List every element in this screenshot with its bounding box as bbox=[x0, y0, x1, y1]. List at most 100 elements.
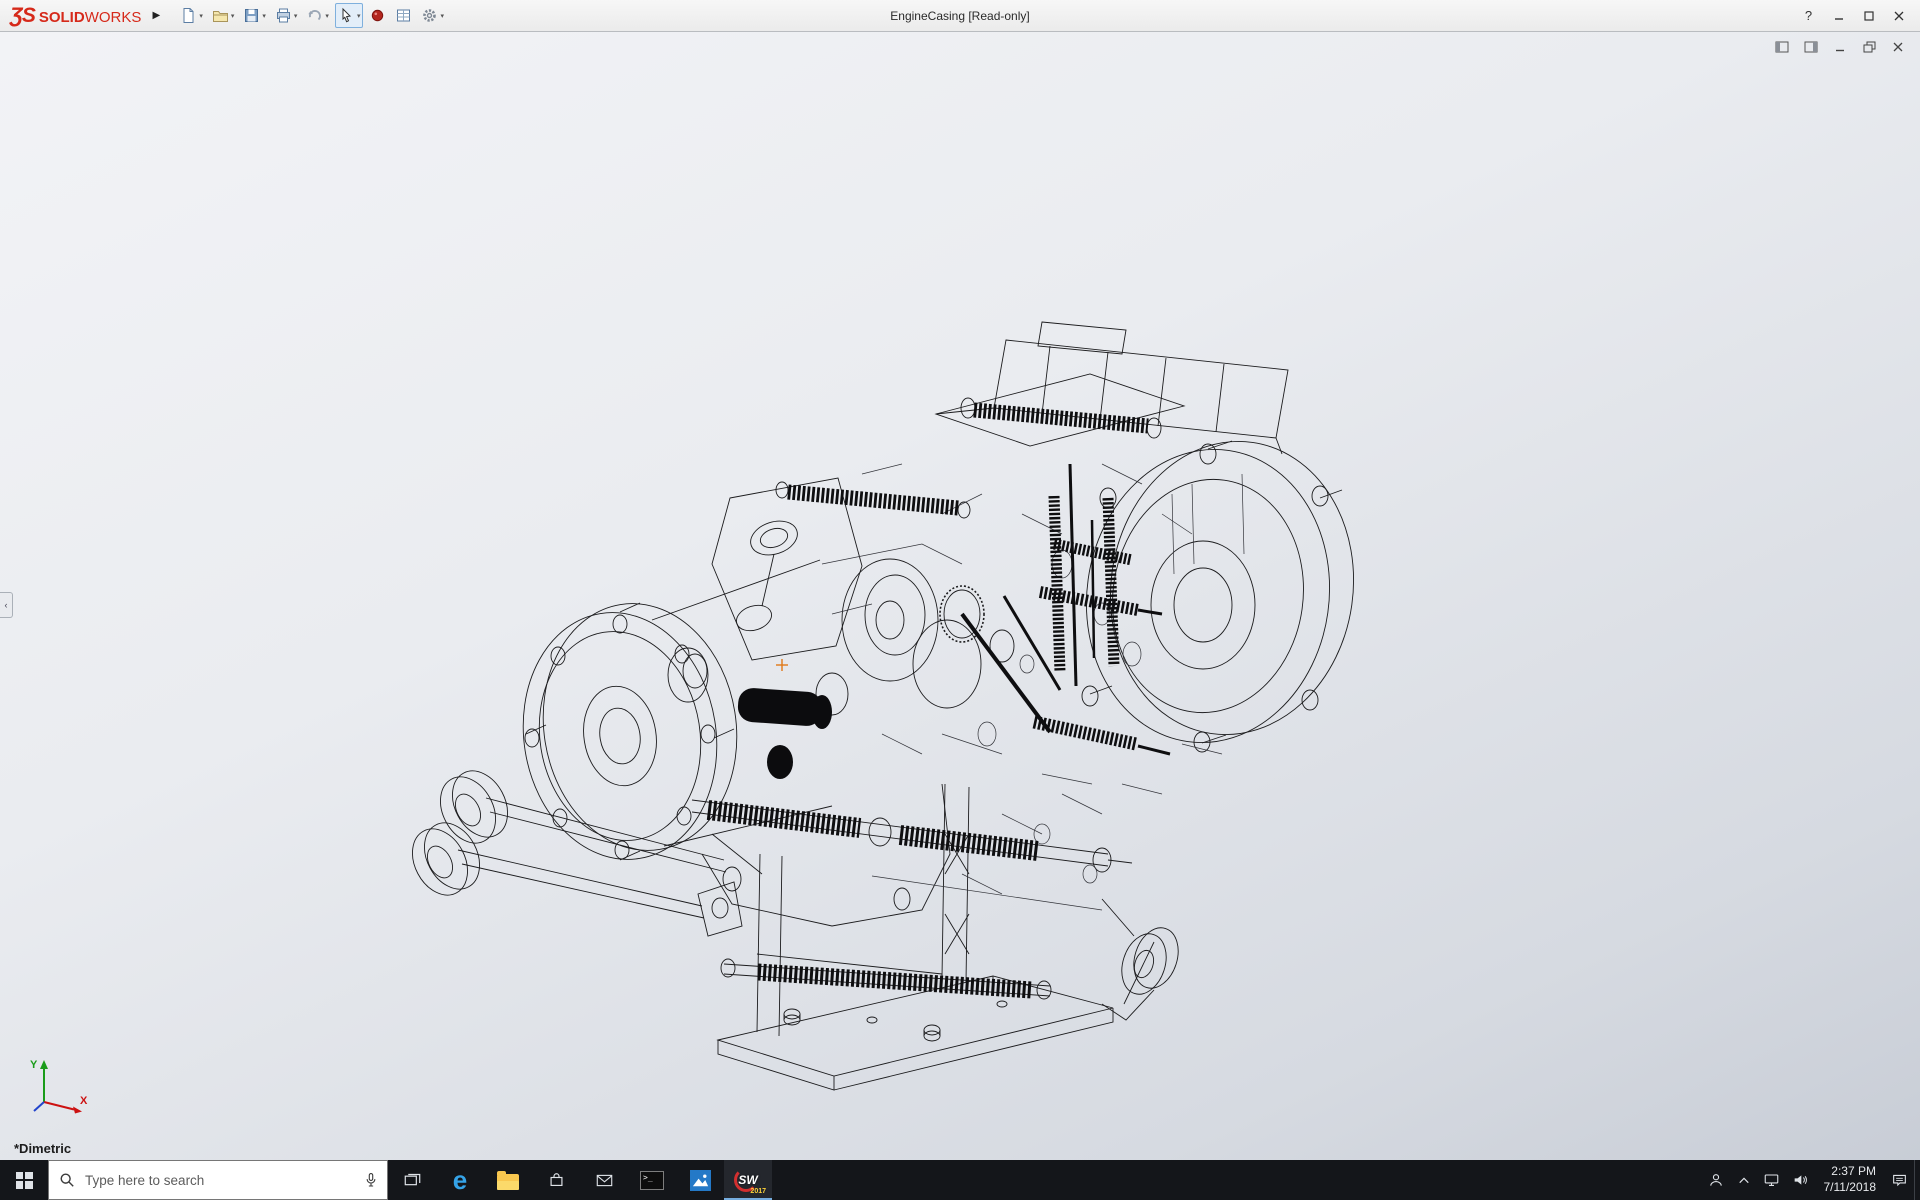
taskbar-app-photos[interactable] bbox=[676, 1160, 724, 1200]
file-properties-button[interactable] bbox=[392, 3, 415, 28]
dropdown-caret[interactable]: ▾ bbox=[440, 12, 444, 20]
document-title: EngineCasing [Read-only] bbox=[890, 9, 1029, 23]
x-axis-arrow bbox=[73, 1107, 82, 1114]
title-bar: ƷS SOLID WORKS ▶ ▾ ▾ ▾ ▾ bbox=[0, 0, 1920, 32]
dropdown-caret[interactable]: ▾ bbox=[294, 12, 298, 20]
wireframe-detail-lines bbox=[822, 464, 1244, 910]
save-button[interactable]: ▾ bbox=[240, 3, 269, 28]
feature-tree-collapse-arrow[interactable]: ‹ bbox=[0, 592, 13, 618]
file-explorer-icon bbox=[497, 1174, 519, 1190]
taskbar-app-edge[interactable]: e bbox=[436, 1160, 484, 1200]
action-center-button[interactable] bbox=[1885, 1160, 1914, 1200]
taskbar-clock[interactable]: 2:37 PM 7/11/2018 bbox=[1815, 1160, 1886, 1200]
taskbar-app-mail[interactable] bbox=[580, 1160, 628, 1200]
taskbar-app-solidworks[interactable]: SW 2017 bbox=[724, 1160, 772, 1200]
close-icon bbox=[1893, 10, 1905, 22]
tray-network-button[interactable] bbox=[1757, 1160, 1786, 1200]
orientation-triad: Y X bbox=[22, 1052, 94, 1124]
gear-icon bbox=[421, 7, 438, 24]
windows-logo-icon bbox=[16, 1172, 33, 1189]
doc-close-button[interactable] bbox=[1888, 38, 1908, 56]
dropdown-caret[interactable]: ▾ bbox=[262, 12, 266, 20]
tray-volume-button[interactable] bbox=[1786, 1160, 1815, 1200]
red-sphere-button[interactable] bbox=[366, 3, 389, 28]
solidworks-year-badge: 2017 bbox=[750, 1188, 766, 1195]
y-axis-label: Y bbox=[30, 1059, 38, 1071]
dropdown-caret[interactable]: ▾ bbox=[325, 12, 329, 20]
undo-button[interactable]: ▾ bbox=[303, 3, 332, 28]
maximize-icon bbox=[1863, 10, 1875, 22]
file-properties-icon bbox=[395, 7, 412, 24]
dassault-ds-mark: ƷS bbox=[10, 5, 35, 26]
close-button[interactable] bbox=[1885, 4, 1912, 28]
command-prompt-icon: >_ bbox=[640, 1171, 664, 1190]
undo-icon bbox=[306, 7, 323, 24]
mail-envelope-icon bbox=[596, 1174, 613, 1187]
dropdown-caret[interactable]: ▾ bbox=[357, 12, 361, 20]
dock-pane-right-button[interactable] bbox=[1801, 38, 1821, 56]
open-folder-icon bbox=[212, 7, 229, 24]
open-button[interactable]: ▾ bbox=[209, 3, 238, 28]
quick-access-toolbar: ▾ ▾ ▾ ▾ ▾ ▾ bbox=[177, 3, 447, 28]
store-bag-icon bbox=[549, 1172, 564, 1188]
select-cursor-icon bbox=[338, 7, 355, 24]
help-button[interactable]: ? bbox=[1795, 4, 1822, 28]
dock-pane-right-icon bbox=[1804, 41, 1818, 53]
doc-restore-button[interactable] bbox=[1859, 38, 1879, 56]
solidworks-window: ƷS SOLID WORKS ▶ ▾ ▾ ▾ ▾ bbox=[0, 0, 1920, 1200]
red-sphere-icon bbox=[369, 7, 386, 24]
print-icon bbox=[275, 7, 292, 24]
network-monitor-icon bbox=[1764, 1173, 1779, 1187]
menu-flyout-arrow[interactable]: ▶ bbox=[149, 10, 163, 21]
solidworks-app-icon: SW 2017 bbox=[733, 1167, 763, 1193]
person-icon bbox=[1708, 1172, 1724, 1188]
doc-restore-icon bbox=[1863, 41, 1876, 53]
solid-dark-parts bbox=[737, 687, 832, 779]
minimize-button[interactable] bbox=[1825, 4, 1852, 28]
speaker-icon bbox=[1793, 1173, 1808, 1187]
taskbar-app-file-explorer[interactable] bbox=[484, 1160, 532, 1200]
new-document-button[interactable]: ▾ bbox=[177, 3, 206, 28]
select-tool-button[interactable]: ▾ bbox=[335, 3, 364, 28]
tray-hidden-icons-button[interactable] bbox=[1731, 1160, 1757, 1200]
doc-minimize-button[interactable] bbox=[1830, 38, 1850, 56]
z-axis bbox=[34, 1102, 44, 1111]
taskbar-app-store[interactable] bbox=[532, 1160, 580, 1200]
tray-user-button[interactable] bbox=[1701, 1160, 1731, 1200]
x-axis-label: X bbox=[80, 1095, 88, 1107]
show-desktop-button[interactable] bbox=[1914, 1160, 1920, 1200]
microphone-icon[interactable] bbox=[365, 1172, 377, 1188]
doc-close-icon bbox=[1892, 41, 1904, 53]
taskbar-search-box[interactable] bbox=[48, 1160, 388, 1200]
solidworks-logo: ƷS SOLID WORKS bbox=[10, 5, 141, 26]
chevron-up-icon bbox=[1738, 1176, 1750, 1185]
options-button[interactable]: ▾ bbox=[418, 3, 447, 28]
logo-text-solid: SOLID bbox=[39, 9, 85, 26]
graphics-viewport[interactable]: ‹ bbox=[0, 32, 1920, 1160]
task-view-icon bbox=[404, 1173, 421, 1187]
logo-text-works: WORKS bbox=[85, 9, 142, 26]
dock-pane-left-button[interactable] bbox=[1772, 38, 1792, 56]
task-view-button[interactable] bbox=[388, 1160, 436, 1200]
system-tray: 2:37 PM 7/11/2018 bbox=[1701, 1160, 1920, 1200]
search-input[interactable] bbox=[85, 1173, 355, 1188]
print-button[interactable]: ▾ bbox=[272, 3, 301, 28]
clock-time: 2:37 PM bbox=[1831, 1164, 1876, 1180]
document-window-controls bbox=[1772, 38, 1908, 56]
assembly-origin-marker[interactable] bbox=[776, 659, 788, 671]
save-icon bbox=[243, 7, 260, 24]
dropdown-caret[interactable]: ▾ bbox=[199, 12, 203, 20]
maximize-button[interactable] bbox=[1855, 4, 1882, 28]
start-button[interactable] bbox=[0, 1160, 48, 1200]
cmd-prompt-glyph: >_ bbox=[643, 1173, 653, 1182]
windows-taskbar: e >_ SW 2017 bbox=[0, 1160, 1920, 1200]
clock-date: 7/11/2018 bbox=[1824, 1180, 1877, 1196]
engine-casing-wireframe-model[interactable] bbox=[402, 314, 1342, 1104]
minimize-icon bbox=[1833, 10, 1845, 22]
edge-icon: e bbox=[453, 1167, 467, 1193]
dropdown-caret[interactable]: ▾ bbox=[231, 12, 235, 20]
taskbar-app-command-prompt[interactable]: >_ bbox=[628, 1160, 676, 1200]
wireframe-outline bbox=[401, 322, 1372, 1090]
y-axis-arrow bbox=[40, 1060, 48, 1069]
doc-minimize-icon bbox=[1834, 41, 1846, 53]
